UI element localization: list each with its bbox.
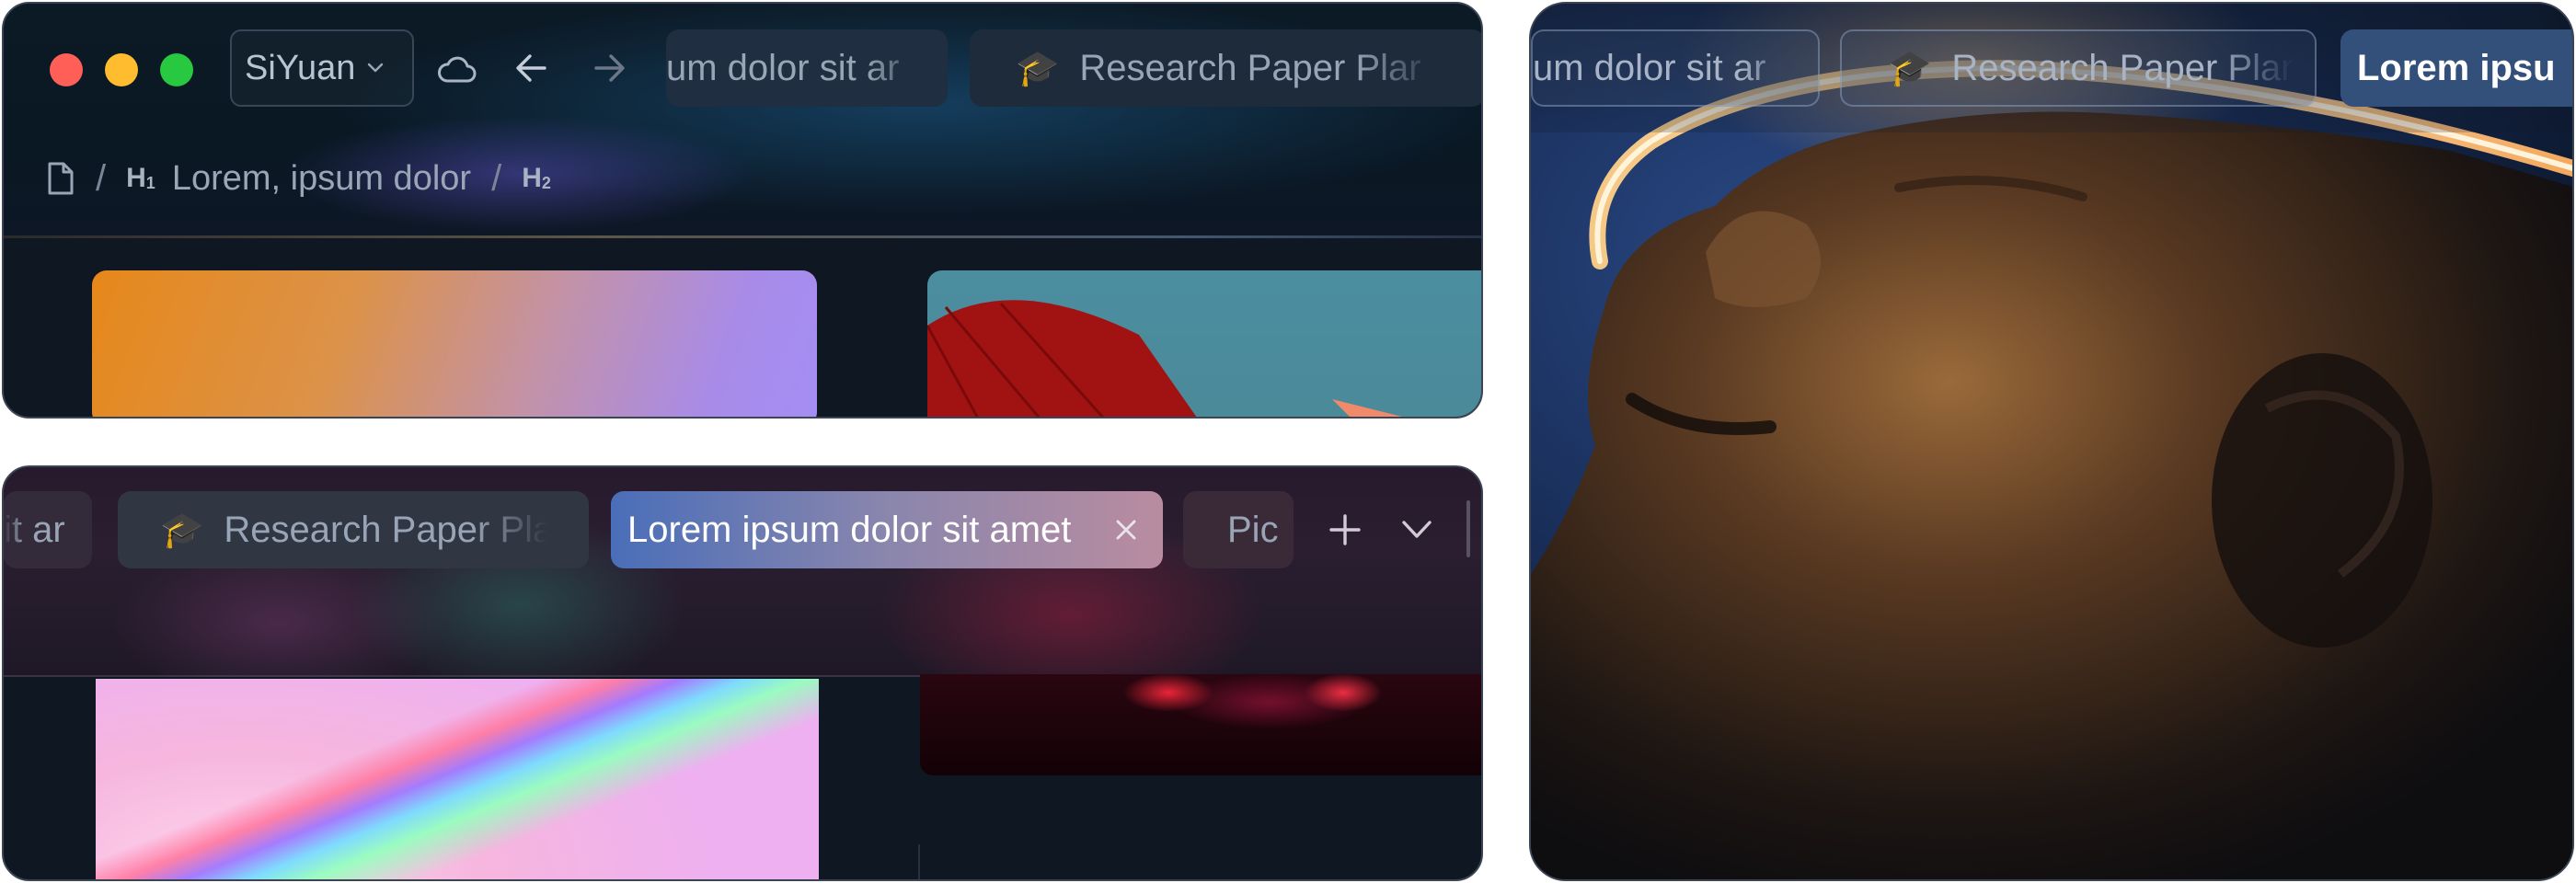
file-icon[interactable]	[44, 161, 75, 196]
tab-research-paper[interactable]: 🎓 Research Paper Plar	[1840, 29, 2317, 107]
zoom-window-button[interactable]	[160, 53, 193, 86]
umbrella-image-card[interactable]	[927, 270, 1481, 417]
tab-bar: um dolor sit ar 🎓 Research Paper Plar Lo…	[1531, 4, 2572, 132]
background-portrait-photo	[1531, 4, 2572, 879]
tab-label: um dolor sit ar	[666, 47, 900, 88]
graduation-cap-icon: 🎓	[160, 509, 204, 550]
tab-lorem-ipsum-active[interactable]: Lorem ipsu	[2340, 29, 2572, 107]
tab-lorem-ipsum-truncated[interactable]: um dolor sit ar	[1531, 29, 1820, 107]
window-bottom-left: it ar 🎓 Research Paper Plar Lorem ipsum …	[2, 465, 1483, 881]
window-right: um dolor sit ar 🎓 Research Paper Plar Lo…	[1529, 2, 2574, 881]
breadcrumb-heading1[interactable]: Lorem, ipsum dolor	[172, 159, 471, 199]
tab-label: Research Paper Plar	[1951, 47, 2294, 88]
chevron-down-icon[interactable]	[1398, 513, 1435, 546]
breadcrumb: / H1 Lorem, ipsum dolor / H2	[44, 151, 568, 206]
window-top-left: SiYuan um dolor sit ar 🎓 Research Paper …	[2, 2, 1483, 419]
back-arrow-icon[interactable]	[512, 48, 552, 88]
tab-label: um dolor sit ar	[1533, 47, 1766, 88]
tab-label: Lorem ipsum dolor sit amet	[627, 509, 1072, 550]
workspace-name: SiYuan	[245, 48, 356, 87]
breadcrumb-separator: /	[96, 157, 107, 199]
dark-red-image-card[interactable]	[920, 674, 1481, 775]
heading2-marker[interactable]: H2	[522, 163, 551, 194]
tab-lorem-truncated[interactable]: it ar	[4, 491, 92, 568]
tab-label: Lorem ipsu	[2357, 47, 2556, 88]
close-icon[interactable]	[1113, 517, 1139, 543]
tab-bar: it ar 🎓 Research Paper Plar Lorem ipsum …	[4, 467, 1481, 677]
tab-label: it ar	[4, 509, 65, 550]
chevron-down-icon	[368, 63, 384, 73]
cloud-icon[interactable]	[436, 52, 478, 88]
tab-pic[interactable]: Pic	[1183, 491, 1294, 568]
close-window-button[interactable]	[50, 53, 83, 86]
tab-label: Research Paper Plar	[1079, 47, 1421, 88]
graduation-cap-icon: 🎓	[1888, 47, 1932, 88]
graduation-cap-icon: 🎓	[1016, 47, 1060, 88]
gradient-image-card[interactable]	[92, 270, 817, 417]
plus-icon[interactable]	[1327, 511, 1363, 548]
heading1-marker: H1	[126, 163, 155, 193]
breadcrumb-separator: /	[491, 157, 502, 199]
forward-arrow-icon[interactable]	[589, 48, 629, 88]
tab-label: Pic	[1227, 509, 1279, 550]
tab-research-paper[interactable]: 🎓 Research Paper Plar	[970, 29, 1481, 107]
tab-label: Research Paper Plar	[224, 509, 556, 550]
top-toolbar: SiYuan um dolor sit ar 🎓 Research Paper …	[4, 4, 1481, 238]
tab-bar-divider	[1466, 500, 1470, 557]
workspace-menu-button[interactable]: SiYuan	[230, 29, 414, 107]
umbrella-illustration	[927, 300, 1402, 417]
tab-research-paper[interactable]: 🎓 Research Paper Plar	[118, 491, 589, 568]
minimize-window-button[interactable]	[105, 53, 138, 86]
holographic-image-card[interactable]	[96, 679, 819, 879]
tab-lorem-ipsum-truncated[interactable]: um dolor sit ar	[666, 29, 948, 107]
tab-lorem-ipsum-active[interactable]: Lorem ipsum dolor sit amet	[611, 491, 1163, 568]
content-divider	[918, 844, 920, 879]
